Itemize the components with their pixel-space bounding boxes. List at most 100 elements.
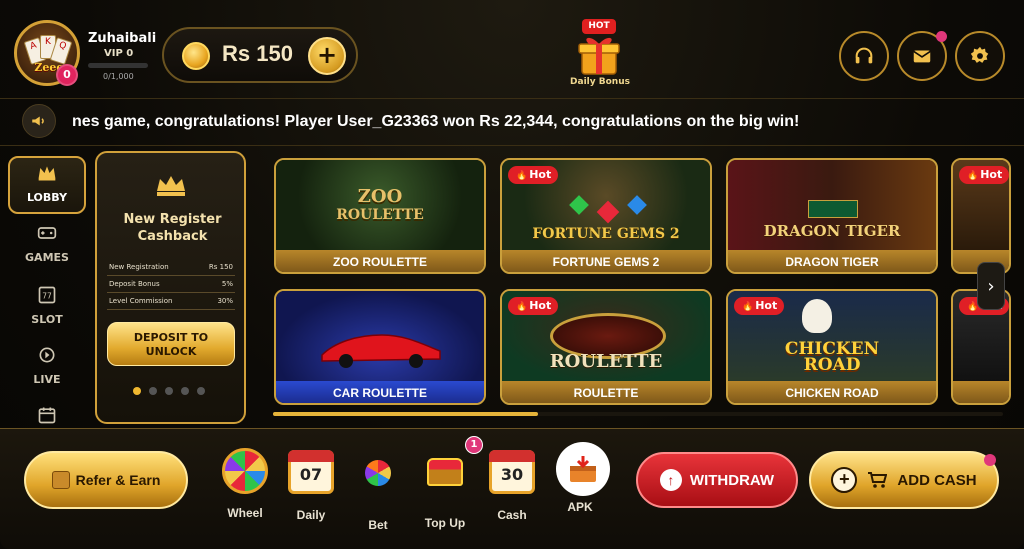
hot-tag: Hot [508,297,558,315]
game-tile-zoo-roulette[interactable]: ZOO ROULETTE ZOO ROULETTE [274,158,486,274]
daily-bonus-hot-tag: HOT [582,19,616,34]
game-logo: DRAGON TIGER [763,222,901,240]
sidebar-item-lobby[interactable]: LOBBY [8,156,86,214]
cash-value: 30 [500,465,524,484]
vip-level: VIP 0 [104,48,134,59]
card-table-icon [808,200,858,218]
cart-icon [868,472,888,488]
daily-value: 07 [299,465,323,484]
game-name: ZOO ROULETTE [276,250,484,272]
promo-title: New Register Cashback [123,212,222,244]
game-logo: FORTUNE GEMS 2 [532,226,680,242]
carousel-dot[interactable] [133,387,141,395]
mail-icon [913,50,931,63]
calendar-icon: 30 [488,450,536,498]
chevron-right-icon: › [987,275,995,297]
mail-notification-dot [936,31,947,42]
add-cash-label: ADD CASH [897,471,977,489]
apk-button[interactable]: APK [552,442,610,514]
gift-icon [51,471,70,489]
announcement-marquee: nes game, congratulations! Player User_G… [72,113,800,130]
game-art [276,291,484,381]
hot-tag: Hot [959,166,1009,184]
red-car-icon [321,334,441,368]
marquee-divider [0,145,1024,146]
game-logo: ZOO ROULETTE [336,186,424,224]
sidebar-item-games[interactable]: GAMES [8,218,86,276]
crown-icon [157,176,185,196]
promo-table: New Registration Rs 150 Deposit Bonus 5% L… [107,259,235,310]
carousel-dot[interactable] [165,387,173,395]
top-up-button[interactable]: Top Up [420,448,470,530]
carousel-dot[interactable] [197,387,205,395]
calendar-icon [38,407,56,424]
game-art: DRAGON TIGER [728,160,936,250]
gem-icon [596,200,620,224]
top-up-label: Top Up [424,516,466,530]
play-icon [39,347,55,363]
games-scrollbar-thumb[interactable] [273,412,538,416]
game-name: CHICKEN ROAD [728,381,936,403]
vip-progress-text: 0/1,000 [103,72,134,81]
calendar-icon: 07 [287,450,335,498]
announcement-speaker-button[interactable] [22,104,56,138]
wheel-button[interactable]: Wheel [220,448,270,520]
gem-icon [569,195,589,215]
deposit-to-unlock-button[interactable]: DEPOSIT TO UNLOCK [107,322,235,366]
support-button[interactable] [839,31,889,81]
game-tile-roulette[interactable]: ROULETTE Hot ROULETTE [500,289,712,405]
game-name: CAR ROULETTE [276,381,484,403]
game-logo: CHICKEN ROAD [784,339,880,375]
game-tile-car-roulette[interactable]: CAR ROULETTE [274,289,486,405]
settings-icon [970,46,989,63]
refer-earn-label: Refer & Earn [75,472,161,488]
sidebar-item-events[interactable] [8,400,86,426]
add-balance-button[interactable]: + [308,37,346,75]
headset-icon [855,47,873,64]
game-tile-dragon-tiger[interactable]: DRAGON TIGER DRAGON TIGER [726,158,938,274]
arrow-up-icon: ↑ [659,469,682,491]
game-tile-partial[interactable]: Hot [951,158,1011,274]
game-logo: ROULETTE [549,351,663,372]
game-name: ROULETTE [502,381,710,403]
game-name: FORTUNE GEMS 2 [502,250,710,272]
treasure-chest-icon [421,458,469,506]
daily-bonus-button[interactable]: HOT Daily Bonus [566,18,634,90]
wheel-label: Wheel [227,506,263,520]
game-tile-chicken-road[interactable]: CHICKEN ROAD Hot CHICKEN ROAD [726,289,938,405]
sidebar-item-slot[interactable]: 77 SLOT [8,280,86,338]
sidebar-item-label: SLOT [31,313,63,326]
add-cash-notification-dot [984,454,996,466]
gamepad-icon [37,227,57,239]
wheel-icon [221,448,269,496]
apk-label: APK [567,500,593,514]
bet-wheel-icon [354,460,402,508]
slot-icon: 77 [38,286,56,304]
daily-button[interactable]: 07 Daily [286,448,336,522]
table-row: Deposit Bonus 5% [107,275,235,293]
settings-button[interactable] [955,31,1005,81]
username: Zuhaibali [88,31,157,46]
crown-icon [38,166,56,181]
refer-earn-button[interactable]: Refer & Earn [24,451,188,509]
add-cash-button[interactable]: + ADD CASH [809,451,999,509]
carousel-dot[interactable] [149,387,157,395]
table-row: Level Commission 30% [107,292,235,310]
sidebar-item-label: LOBBY [26,191,68,204]
withdraw-button[interactable]: ↑ WITHDRAW [636,452,798,508]
hot-tag: Hot [508,166,558,184]
sidebar-item-live[interactable]: LIVE [8,340,86,398]
game-tile-fortune-gems-2[interactable]: FORTUNE GEMS 2 Hot FORTUNE GEMS 2 [500,158,712,274]
plus-icon: + [831,467,858,493]
mail-button[interactable] [897,31,947,81]
carousel-dot[interactable] [181,387,189,395]
vip-progress-bar [88,63,148,68]
header-divider [0,98,1024,99]
register-cashback-card: New Register Cashback New Registration Rs… [95,151,246,424]
bet-button[interactable]: Bet [353,448,403,532]
next-games-button[interactable]: › [977,262,1005,310]
sidebar-item-label: GAMES [25,251,69,264]
gem-icon [627,195,647,215]
cash-button[interactable]: 30 Cash [487,448,537,522]
cash-label: Cash [497,508,527,522]
